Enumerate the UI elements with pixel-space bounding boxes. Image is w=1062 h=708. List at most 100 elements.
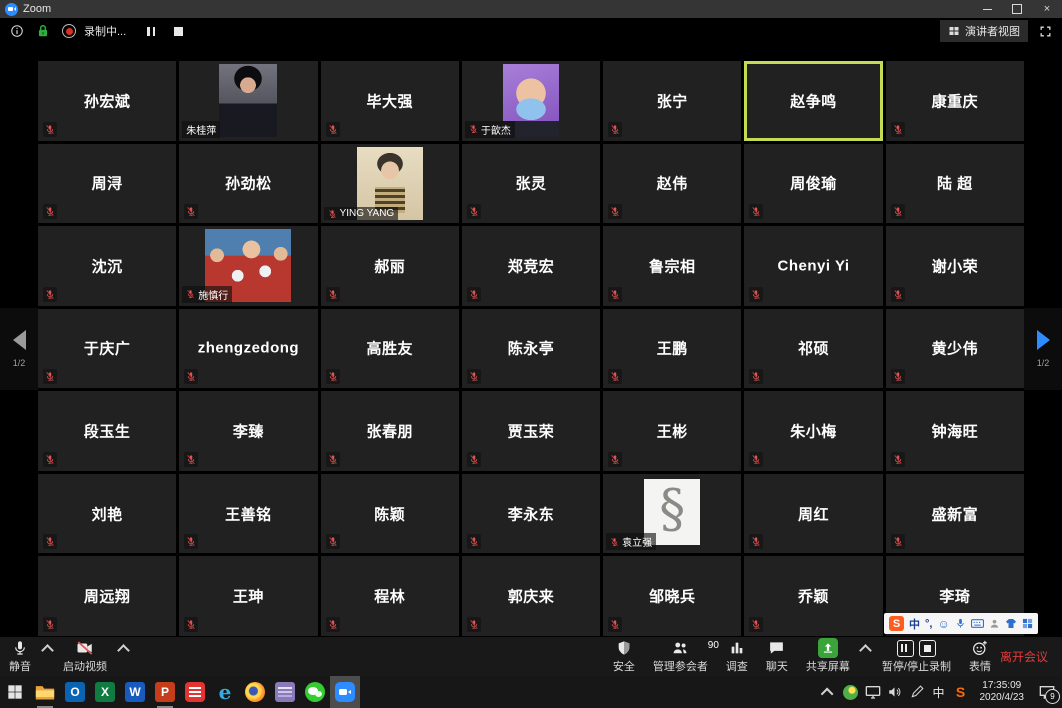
manage-participants-button[interactable]: 90 管理参会者	[644, 637, 717, 676]
participant-tile[interactable]: 朱桂萍	[179, 61, 317, 141]
ime-indicator[interactable]: 中	[928, 676, 950, 708]
participant-tile[interactable]: 周远翔	[38, 556, 176, 636]
stop-recording-button[interactable]	[174, 27, 183, 36]
ime-account-icon[interactable]	[989, 618, 1000, 629]
participant-tile[interactable]: 王鹏	[603, 309, 741, 389]
participant-tile[interactable]: 郭庆来	[462, 556, 600, 636]
ime-emoji-icon[interactable]: ☺	[937, 618, 949, 630]
meeting-info-icon[interactable]	[10, 24, 24, 38]
participant-tile[interactable]: 高胜友	[321, 309, 459, 389]
participant-tile[interactable]: 贾玉荣	[462, 391, 600, 471]
participant-tile[interactable]: 张春朋	[321, 391, 459, 471]
file-explorer-icon[interactable]	[30, 676, 60, 708]
participant-tile[interactable]: 盛新富	[886, 474, 1024, 554]
zoom-app-icon[interactable]	[330, 676, 360, 708]
stop-icon[interactable]	[919, 640, 936, 657]
participant-tile[interactable]: 郝丽	[321, 226, 459, 306]
participant-tile[interactable]: 李臻	[179, 391, 317, 471]
video-options-chevron[interactable]	[116, 637, 130, 676]
word-icon[interactable]: W	[120, 676, 150, 708]
outlook-icon[interactable]: O	[60, 676, 90, 708]
pause-recording-button[interactable]	[144, 25, 158, 37]
next-page-arrow-icon[interactable]	[1037, 330, 1050, 350]
ime-mode-chinese[interactable]: 中	[909, 616, 920, 632]
pause-icon[interactable]	[897, 640, 914, 657]
sogou-tray-icon[interactable]: S	[950, 676, 972, 708]
speaker-view-button[interactable]: 演讲者视图	[940, 20, 1028, 42]
participant-tile[interactable]: 于庆广	[38, 309, 176, 389]
participant-tile[interactable]: 王彬	[603, 391, 741, 471]
participant-tile[interactable]: 赵争鸣	[744, 61, 882, 141]
chat-button[interactable]: 聊天	[757, 637, 797, 676]
participant-tile[interactable]: 陈永亭	[462, 309, 600, 389]
start-video-button[interactable]: 启动视频	[54, 637, 116, 676]
wechat-icon[interactable]	[300, 676, 330, 708]
participant-tile[interactable]: 郑竞宏	[462, 226, 600, 306]
participant-tile[interactable]: 周俊瑜	[744, 144, 882, 224]
participant-tile[interactable]: 康重庆	[886, 61, 1024, 141]
share-options-chevron[interactable]	[859, 637, 873, 676]
participant-tile[interactable]: 沈沉	[38, 226, 176, 306]
participant-tile[interactable]: 钟海旺	[886, 391, 1024, 471]
excel-icon[interactable]: X	[90, 676, 120, 708]
participant-tile[interactable]: 周浔	[38, 144, 176, 224]
ime-toolbox-icon[interactable]	[1022, 618, 1033, 629]
leave-meeting-button[interactable]: 离开会议	[1000, 648, 1048, 665]
previous-page-arrow-icon[interactable]	[13, 330, 26, 350]
participant-tile[interactable]: 孙劲松	[179, 144, 317, 224]
participant-tile[interactable]: 黄少伟	[886, 309, 1024, 389]
tray-expand-chevron[interactable]	[818, 676, 840, 708]
participant-tile[interactable]: 张灵	[462, 144, 600, 224]
youdao-dict-icon[interactable]	[180, 676, 210, 708]
participant-tile[interactable]: 王善铭	[179, 474, 317, 554]
participant-tile[interactable]: Chenyi Yi	[744, 226, 882, 306]
share-screen-button[interactable]: 共享屏幕	[797, 637, 859, 676]
sogou-logo-icon[interactable]: S	[889, 616, 904, 631]
display-tray-icon[interactable]	[862, 676, 884, 708]
restore-button[interactable]	[1002, 0, 1032, 18]
participant-tile[interactable]: YING YANG	[321, 144, 459, 224]
participant-tile[interactable]: 于歆杰	[462, 61, 600, 141]
participant-tile[interactable]: 程林	[321, 556, 459, 636]
participant-tile[interactable]: 段玉生	[38, 391, 176, 471]
action-center-icon[interactable]: 9	[1032, 676, 1062, 708]
participant-tile[interactable]: 张宁	[603, 61, 741, 141]
participant-tile[interactable]: 谢小荣	[886, 226, 1024, 306]
pen-tray-icon[interactable]	[906, 676, 928, 708]
participant-tile[interactable]: 鲁宗相	[603, 226, 741, 306]
remote-console-icon[interactable]	[270, 676, 300, 708]
firefox-icon[interactable]	[240, 676, 270, 708]
fullscreen-icon[interactable]	[1038, 24, 1052, 38]
participant-tile[interactable]: 施慎行	[179, 226, 317, 306]
participant-tile[interactable]: 乔颖	[744, 556, 882, 636]
minimize-button[interactable]	[972, 0, 1002, 18]
participant-tile[interactable]: 陆 超	[886, 144, 1024, 224]
participant-tile[interactable]: 刘艳	[38, 474, 176, 554]
participant-tile[interactable]: 王珅	[179, 556, 317, 636]
volume-tray-icon[interactable]	[884, 676, 906, 708]
antivirus-tray-icon[interactable]	[840, 676, 862, 708]
security-button[interactable]: 安全	[604, 637, 644, 676]
participant-tile[interactable]: 朱小梅	[744, 391, 882, 471]
mute-options-chevron[interactable]	[40, 637, 54, 676]
participant-tile[interactable]: 祁硕	[744, 309, 882, 389]
participant-tile[interactable]: 邹晓兵	[603, 556, 741, 636]
participant-tile[interactable]: 周红	[744, 474, 882, 554]
ime-punctuation-icon[interactable]: °,	[925, 618, 932, 630]
participant-tile[interactable]: 孙宏斌	[38, 61, 176, 141]
pause-stop-recording-button[interactable]: 暂停/停止录制	[873, 637, 960, 676]
taskbar-clock[interactable]: 17:35:09 2020/4/23	[972, 680, 1033, 704]
poll-button[interactable]: 调查	[717, 637, 757, 676]
participant-tile[interactable]: 赵伟	[603, 144, 741, 224]
participant-tile[interactable]: 袁立强	[603, 474, 741, 554]
participant-tile[interactable]: 陈颖	[321, 474, 459, 554]
ime-skin-icon[interactable]	[1005, 618, 1017, 629]
mute-button[interactable]: 静音	[0, 637, 40, 676]
participant-tile[interactable]: zhengzedong	[179, 309, 317, 389]
reactions-button[interactable]: 表情	[960, 637, 1000, 676]
ime-keyboard-icon[interactable]	[971, 618, 984, 629]
ime-voice-icon[interactable]	[955, 618, 966, 629]
close-button[interactable]: ×	[1032, 0, 1062, 18]
start-button[interactable]	[0, 676, 30, 708]
edge-icon[interactable]: e	[210, 676, 240, 708]
